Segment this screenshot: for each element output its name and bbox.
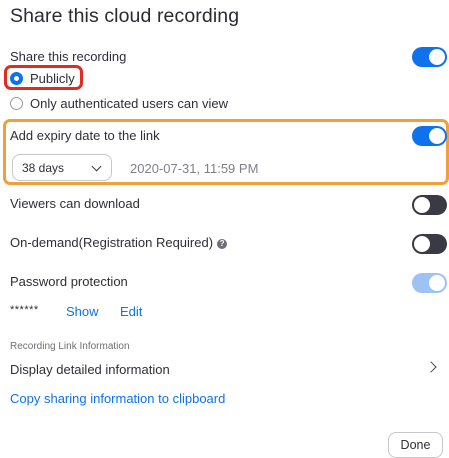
- dialog-title: Share this cloud recording: [10, 5, 240, 27]
- chevron-right-icon[interactable]: [425, 361, 437, 373]
- expiry-duration-value: 38 days: [22, 160, 65, 175]
- toggle-knob: [429, 128, 445, 144]
- done-button[interactable]: Done: [388, 432, 443, 458]
- share-recording-label: Share this recording: [10, 49, 127, 64]
- toggle-knob: [414, 236, 430, 252]
- viewers-download-toggle[interactable]: [412, 195, 447, 215]
- password-toggle: [412, 273, 447, 293]
- password-show-link[interactable]: Show: [66, 304, 99, 319]
- expiry-datetime: 2020-07-31, 11:59 PM: [130, 161, 259, 176]
- radio-unchecked-icon: [10, 96, 23, 110]
- copy-sharing-info-link[interactable]: Copy sharing information to clipboard: [10, 391, 225, 406]
- share-recording-toggle[interactable]: [412, 47, 447, 67]
- toggle-knob: [429, 49, 445, 65]
- toggle-knob: [414, 197, 430, 213]
- expiry-label: Add expiry date to the link: [10, 128, 160, 143]
- radio-authenticated-only[interactable]: Only authenticated users can view: [10, 95, 228, 111]
- radio-authenticated-label: Only authenticated users can view: [30, 95, 228, 111]
- password-masked-value: ******: [10, 304, 39, 316]
- link-info-section-label: Recording Link Information: [10, 341, 130, 352]
- chevron-down-icon: [91, 161, 102, 172]
- password-label: Password protection: [10, 274, 128, 289]
- password-edit-link[interactable]: Edit: [120, 304, 142, 319]
- on-demand-label-text: On-demand(Registration Required): [10, 235, 214, 250]
- radio-publicly[interactable]: Publicly: [10, 70, 75, 86]
- radio-publicly-label: Publicly: [30, 70, 75, 86]
- toggle-knob: [429, 275, 445, 291]
- radio-checked-icon: [10, 71, 23, 85]
- expiry-duration-select[interactable]: 38 days: [12, 154, 112, 181]
- expiry-toggle[interactable]: [412, 126, 447, 146]
- viewers-download-label: Viewers can download: [10, 196, 140, 211]
- help-icon[interactable]: ?: [217, 239, 228, 249]
- on-demand-label: On-demand(Registration Required)?: [10, 235, 228, 250]
- on-demand-toggle[interactable]: [412, 234, 447, 254]
- display-detailed-info[interactable]: Display detailed information: [10, 362, 170, 377]
